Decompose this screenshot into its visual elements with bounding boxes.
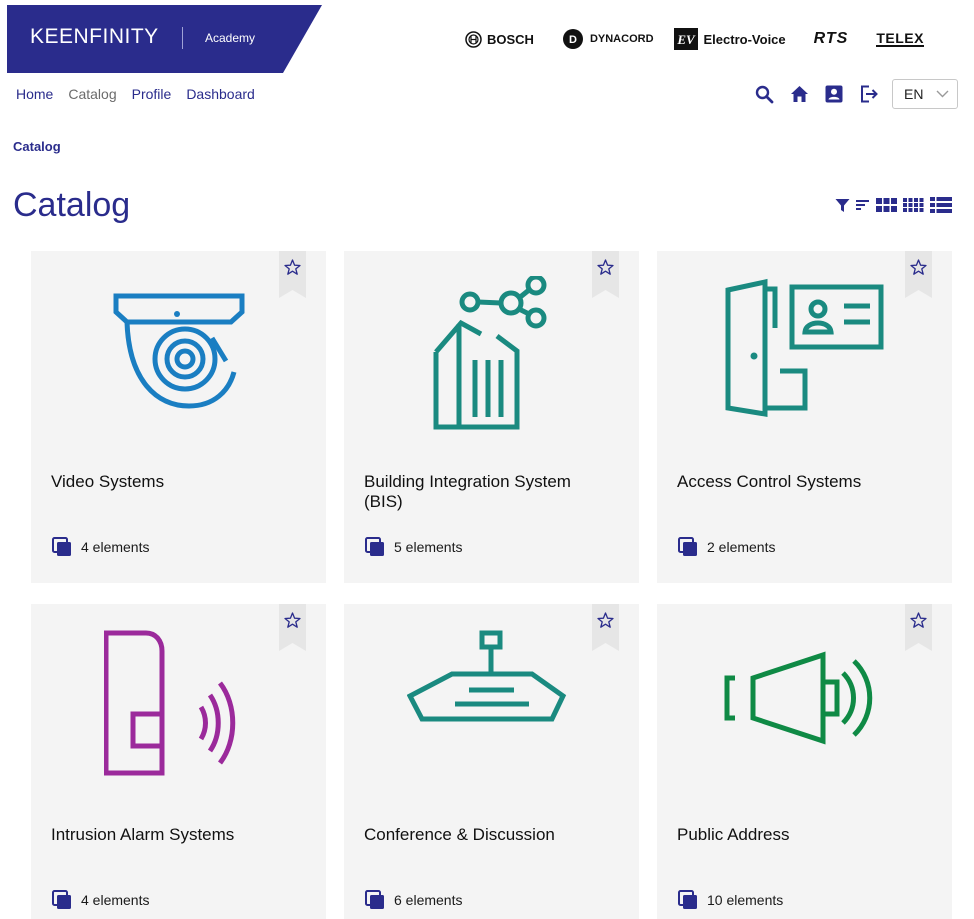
card-meta: 2 elements <box>678 537 775 557</box>
brand-label: RTS <box>813 30 849 47</box>
card-illustration <box>344 276 639 446</box>
nav-dashboard[interactable]: Dashboard <box>186 86 255 102</box>
brand-label: BOSCH <box>487 31 534 47</box>
bosch-logo-icon <box>465 30 482 48</box>
brand-bosch[interactable]: BOSCH <box>465 30 534 48</box>
brand-telex[interactable]: TELEX <box>876 31 924 47</box>
brand-strip: BOSCH D DYNACORD EV Electro-Voice RTS TE… <box>465 27 924 51</box>
catalog-card-bis[interactable]: Building Integration System (BIS) 5 elem… <box>344 251 639 583</box>
card-title[interactable]: Building Integration System (BIS) <box>364 472 614 512</box>
card-title[interactable]: Conference & Discussion <box>364 825 614 845</box>
conference-unit-icon <box>406 630 566 722</box>
sort-icon[interactable] <box>856 199 870 211</box>
dynacord-logo-icon: D <box>562 29 583 49</box>
breadcrumb[interactable]: Catalog <box>13 139 61 154</box>
card-element-count: 6 elements <box>394 892 463 908</box>
loudspeaker-icon <box>724 651 872 745</box>
brand-label: Electro-Voice <box>703 31 786 47</box>
nav-catalog[interactable]: Catalog <box>68 86 116 102</box>
elements-stack-icon <box>52 537 71 556</box>
card-illustration <box>31 276 326 446</box>
brand-dynacord[interactable]: D DYNACORD <box>562 28 654 50</box>
brand-electro-voice[interactable]: EV Electro-Voice <box>673 28 786 50</box>
card-title[interactable]: Intrusion Alarm Systems <box>51 825 301 845</box>
door-badge-icon <box>725 278 883 417</box>
brand-label: TELEX <box>876 30 924 46</box>
chevron-down-icon <box>936 90 949 98</box>
catalog-card-public-address[interactable]: Public Address 10 elements <box>657 604 952 919</box>
camera-icon <box>113 293 244 409</box>
catalog-card-access-control[interactable]: Access Control Systems 2 elements <box>657 251 952 583</box>
language-select[interactable]: EN <box>892 79 958 109</box>
view-toolbar <box>835 197 958 213</box>
profile-icon[interactable] <box>824 84 844 104</box>
brand-label: DYNACORD <box>589 33 654 45</box>
card-title[interactable]: Public Address <box>677 825 927 845</box>
logo-text: KEENFINITY <box>30 25 159 48</box>
filter-icon[interactable] <box>835 198 850 213</box>
logo-subtitle: Academy <box>205 31 256 45</box>
logo-divider <box>182 27 183 49</box>
card-title[interactable]: Video Systems <box>51 472 301 492</box>
catalog-card-conference[interactable]: Conference & Discussion 6 elements <box>344 604 639 919</box>
card-meta: 4 elements <box>52 537 149 557</box>
logout-icon[interactable] <box>859 84 879 104</box>
card-element-count: 4 elements <box>81 892 150 908</box>
card-element-count: 10 elements <box>707 892 784 908</box>
svg-text:EV: EV <box>676 32 696 47</box>
keenfinity-logo[interactable]: KEENFINITY Academy <box>7 5 322 73</box>
card-meta: 10 elements <box>678 890 783 910</box>
elements-stack-icon <box>52 890 71 909</box>
elements-stack-icon <box>678 537 697 556</box>
elements-stack-icon <box>678 890 697 909</box>
card-element-count: 2 elements <box>707 539 776 555</box>
language-value: EN <box>904 86 924 102</box>
home-icon[interactable] <box>789 84 809 104</box>
header-actions <box>754 84 894 104</box>
card-meta: 4 elements <box>52 890 149 910</box>
electro-voice-logo-icon: EV <box>673 28 698 50</box>
card-illustration <box>657 276 952 446</box>
card-illustration <box>31 629 326 799</box>
card-title[interactable]: Access Control Systems <box>677 472 927 492</box>
page-title: Catalog <box>13 186 131 224</box>
card-element-count: 5 elements <box>394 539 463 555</box>
nav-profile[interactable]: Profile <box>132 86 172 102</box>
svg-text:D: D <box>569 34 577 46</box>
brand-rts[interactable]: RTS <box>814 30 849 48</box>
card-meta: 5 elements <box>365 537 462 557</box>
search-icon[interactable] <box>754 84 774 104</box>
card-illustration <box>657 629 952 799</box>
nav-home[interactable]: Home <box>16 86 53 102</box>
grid-large-icon[interactable] <box>876 198 897 212</box>
motion-sensor-icon <box>103 630 235 776</box>
catalog-card-video-systems[interactable]: Video Systems 4 elements <box>31 251 326 583</box>
building-network-icon <box>433 276 546 430</box>
list-view-icon[interactable] <box>930 197 952 213</box>
card-illustration <box>344 629 639 799</box>
grid-small-icon[interactable] <box>903 198 924 212</box>
catalog-card-intrusion-alarm[interactable]: Intrusion Alarm Systems 4 elements <box>31 604 326 919</box>
elements-stack-icon <box>365 890 384 909</box>
elements-stack-icon <box>365 537 384 556</box>
top-navigation: Home Catalog Profile Dashboard <box>16 86 255 102</box>
card-element-count: 4 elements <box>81 539 150 555</box>
card-meta: 6 elements <box>365 890 462 910</box>
